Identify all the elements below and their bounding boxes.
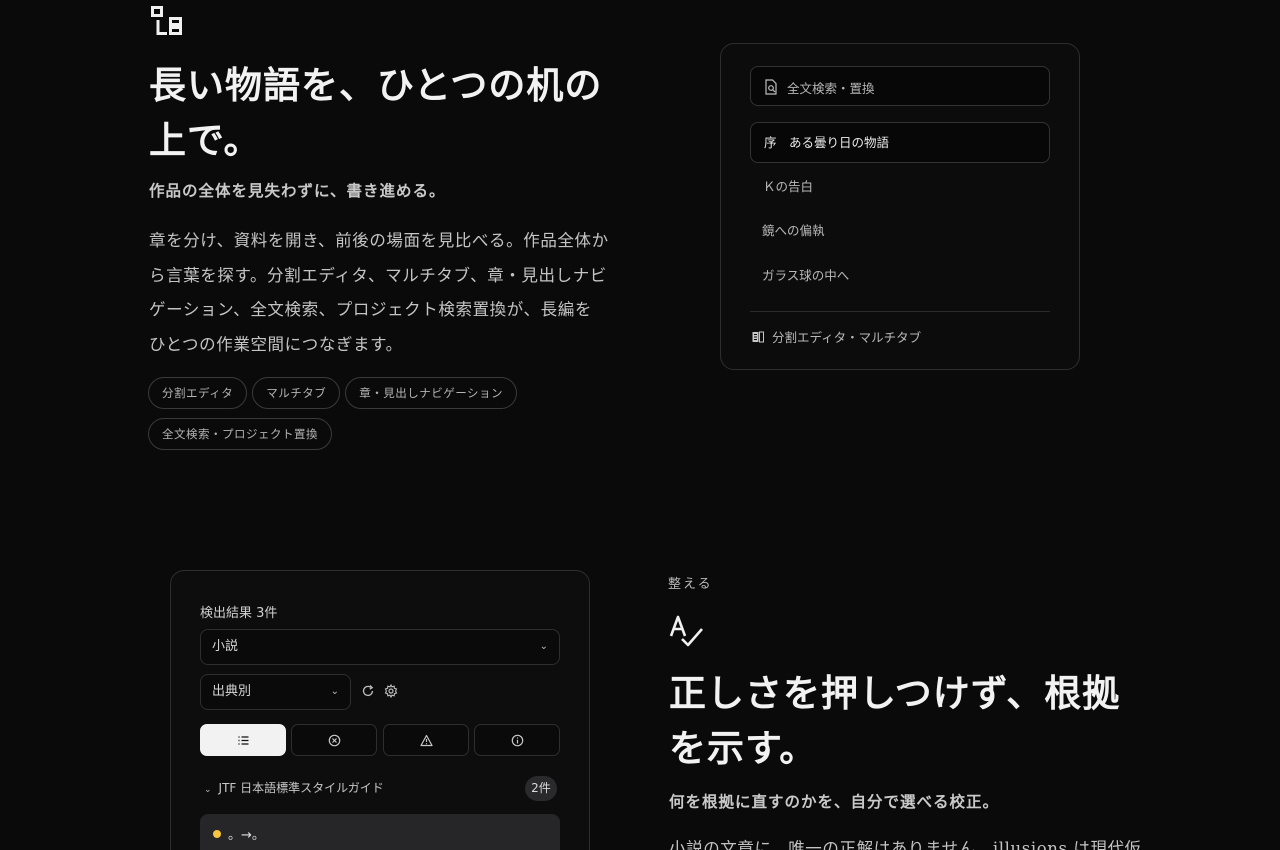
file-search-icon: [765, 79, 777, 95]
chevron-down-icon: ⌄: [330, 686, 339, 697]
filter-all-button[interactable]: [200, 724, 286, 756]
footer-label: 分割エディタ・マルチタブ: [772, 330, 922, 345]
section-eyebrow: 整える: [668, 577, 713, 592]
split-editor-footer: 分割エディタ・マルチタブ: [752, 327, 921, 346]
tag-split-editor: 分割エディタ: [148, 377, 248, 409]
chapter-item[interactable]: 鏡への偏執: [750, 211, 1050, 252]
lint-result-item[interactable]: 。→。: [200, 814, 560, 850]
chapter-item[interactable]: 序 ある曇り日の物語: [750, 122, 1050, 163]
hero-title: 長い物語を、ひとつの机の上で。: [149, 63, 603, 162]
feature-tags: 分割エディタ マルチタブ 章・見出しナビゲーション全文検索・プロジェクト置換: [148, 377, 548, 459]
filter-error-button[interactable]: [291, 724, 377, 756]
search-label: 全文検索・置換: [787, 81, 875, 96]
lint-result-text: 。→。: [228, 828, 265, 843]
chapter-item[interactable]: Ｋの告白: [750, 167, 1050, 208]
proofread-body: 小説の文章に、唯一の正解はありません。illusions は現代仮: [669, 839, 1142, 850]
filter-warning-button[interactable]: [383, 724, 469, 756]
chevron-down-icon: ⌄: [204, 785, 212, 795]
profile-select-value: 小説: [212, 639, 239, 654]
spell-check-icon: [669, 615, 703, 647]
results-title: 検出結果 3件: [200, 606, 278, 621]
editor-preview-panel: 全文検索・置換 序 ある曇り日の物語 Ｋの告白 鏡への偏執 ガラス球の中へ 分割…: [720, 43, 1080, 370]
warning-triangle-icon: [420, 734, 433, 747]
rule-group-name: JTF 日本語標準スタイルガイド: [218, 781, 384, 795]
warning-dot-icon: [213, 830, 221, 838]
info-circle-icon: [511, 734, 524, 747]
lint-results-panel: 検出結果 3件 小説 ⌄ 出典別 ⌄ ⌄ JTF 日本語標準スタイルガイド 2件…: [170, 570, 590, 850]
rule-group-header[interactable]: ⌄ JTF 日本語標準スタイルガイド: [204, 779, 384, 796]
page: 長い物語を、ひとつの机の上で。 作品の全体を見失わずに、書き進める。 章を分け、…: [0, 0, 1280, 850]
split-columns-icon: [752, 331, 764, 343]
panel-divider: [750, 311, 1050, 312]
group-by-select[interactable]: 出典別 ⌄: [200, 674, 351, 710]
proofread-subtitle: 何を根拠に直すのかを、自分で選べる校正。: [669, 792, 1000, 811]
list-icon: [238, 736, 249, 745]
tag-multi-tab: マルチタブ: [252, 377, 341, 409]
refresh-icon[interactable]: [361, 684, 375, 698]
group-by-select-value: 出典別: [212, 684, 252, 699]
filter-info-button[interactable]: [474, 724, 560, 756]
proofread-title: 正しさを押しつけず、根拠を示す。: [669, 671, 1121, 770]
chevron-down-icon: ⌄: [539, 641, 548, 652]
rule-group-count-badge: 2件: [525, 776, 557, 801]
hero-body: 章を分け、資料を開き、前後の場面を見比べる。作品全体から言葉を探す。分割エディタ…: [149, 231, 609, 354]
tag-chapter-navigation: 章・見出しナビゲーション: [345, 377, 517, 409]
hero-subtitle: 作品の全体を見失わずに、書き進める。: [149, 181, 446, 200]
tag-full-text-search: 全文検索・プロジェクト置換: [148, 418, 332, 450]
app-logo-icon: [151, 6, 182, 35]
chapter-item[interactable]: ガラス球の中へ: [750, 256, 1050, 297]
error-circle-icon: [328, 734, 341, 747]
full-text-search-button[interactable]: 全文検索・置換: [750, 66, 1050, 106]
gear-icon[interactable]: [384, 684, 398, 698]
profile-select[interactable]: 小説 ⌄: [200, 629, 560, 665]
